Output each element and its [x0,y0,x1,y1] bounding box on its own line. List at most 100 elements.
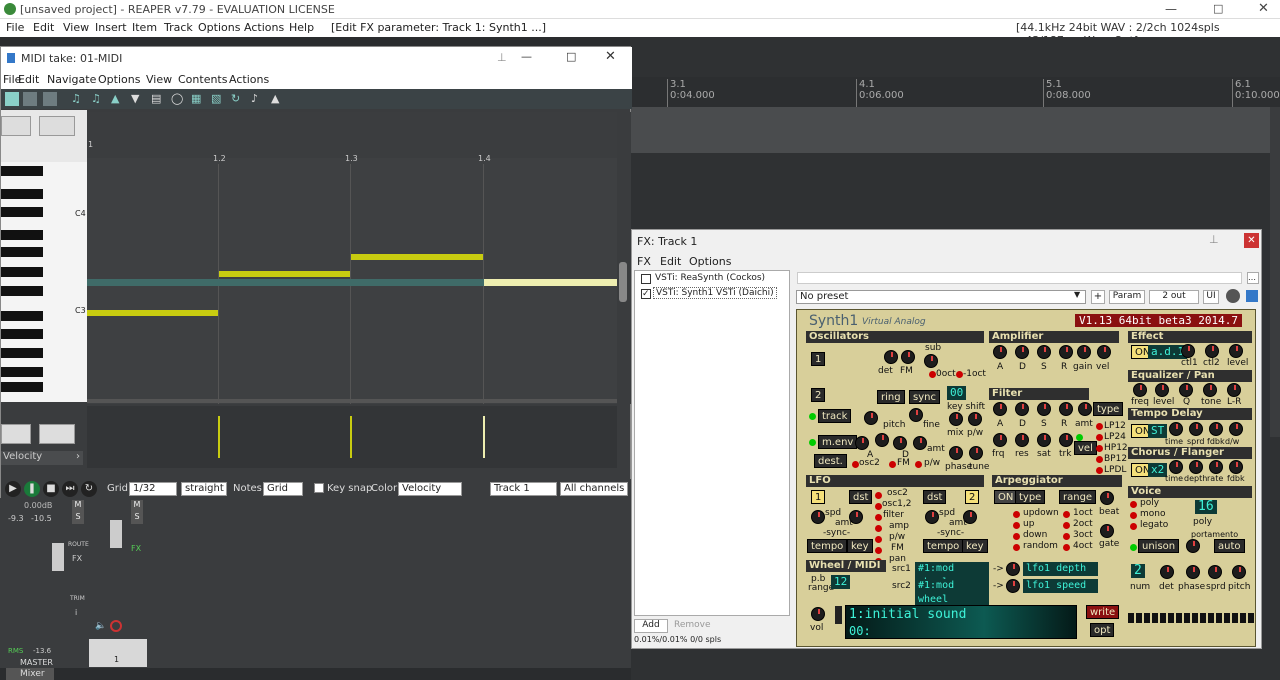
filter-frq-knob[interactable] [993,433,1007,447]
delay-tone-knob[interactable] [1229,422,1243,436]
osc2-fine-knob[interactable] [909,408,923,422]
black-key[interactable] [1,166,43,176]
mono-led[interactable] [1130,512,1137,519]
midi-menu-edit[interactable]: Edit [18,73,39,86]
menv-button[interactable]: m.env [818,435,858,449]
black-key[interactable] [1,286,43,296]
master-solo-button[interactable]: S [72,512,84,524]
arp-1oct-led[interactable] [1063,511,1070,518]
arp-gate-knob[interactable] [1100,524,1114,538]
arp-beat-knob[interactable] [1100,491,1114,505]
midi-ruler[interactable] [87,112,617,158]
midi-note-selected[interactable] [484,279,617,286]
pin-icon[interactable]: ⊥ [1209,233,1219,246]
lpdl-led[interactable] [1096,467,1103,474]
eq-tone-knob[interactable] [1203,383,1217,397]
fx-chain-item[interactable]: VSTi: ReaSynth (Cockos) [655,273,765,283]
octm1-led[interactable] [956,371,963,378]
legato-led[interactable] [1130,523,1137,530]
zoom-icon[interactable]: ◯ [171,92,183,105]
wet-knob[interactable] [1226,289,1240,303]
color-select[interactable]: Velocity [398,482,462,496]
zoom-button[interactable] [39,116,75,136]
lane-button[interactable] [1,424,31,444]
menu-help[interactable]: Help [289,21,314,34]
arp-down-led[interactable] [1013,533,1020,540]
edit-icon[interactable]: ▧ [211,92,221,105]
patch-display[interactable]: 1:initial sound 00: [845,605,1077,639]
black-key[interactable] [1,189,43,199]
arp-up-led[interactable] [1013,522,1020,529]
osc2-pitch-knob[interactable] [864,411,878,425]
track-solo-button[interactable]: S [131,512,143,524]
fx-chain-item-selected[interactable]: VSTi: Synth1 VSTi (Daichi) [653,287,777,299]
osc1-det-knob[interactable] [884,350,898,364]
menu-view[interactable]: View [63,21,89,34]
lp12-led[interactable] [1096,423,1103,430]
mini-keyboard[interactable] [1128,613,1254,623]
key-shift-display[interactable]: 00 [947,386,967,400]
filter-vel-button[interactable]: vel [1074,441,1097,455]
keysnap-checkbox[interactable] [314,483,324,493]
skip-end-icon[interactable]: ⏭ [62,481,78,497]
amp-a-knob[interactable] [993,345,1007,359]
filter-sat-knob[interactable] [1037,433,1051,447]
record-arm-icon[interactable] [110,620,122,632]
arp-3oct-led[interactable] [1063,533,1070,540]
velocity-lane[interactable] [87,406,617,468]
menu-item[interactable]: Item [132,21,157,34]
tune-knob[interactable] [969,446,983,460]
piano-roll-icon[interactable] [5,92,19,106]
menu-insert[interactable]: Insert [95,21,127,34]
fx-menu-options[interactable]: Options [689,255,731,268]
lfo1-dst-button[interactable]: dst [849,490,873,504]
more-button[interactable]: … [1247,272,1259,284]
master-mute-button[interactable]: M [72,500,84,512]
volume-knob[interactable] [811,607,825,621]
opt-button[interactable]: opt [1090,623,1115,637]
eq-q-knob[interactable] [1179,383,1193,397]
menv-led[interactable] [809,439,816,446]
chorus-rate-knob[interactable] [1209,460,1223,474]
phase-knob[interactable] [949,446,963,460]
maximize-button[interactable]: □ [566,50,576,63]
src2-amt-knob[interactable] [1006,579,1020,593]
sync-button[interactable]: sync [909,390,940,404]
add-preset-button[interactable]: + [1091,290,1105,304]
note-grid[interactable]: 1 1.2 1.3 1.4 [87,112,617,404]
play-icon[interactable]: ▶ [5,481,21,497]
mix-knob[interactable] [949,412,963,426]
lfo-target-led[interactable] [875,536,882,543]
bypass-checkbox[interactable] [1246,290,1258,302]
loop-icon[interactable]: ↻ [81,481,97,497]
effect-level-knob[interactable] [1229,344,1243,358]
lfo2-tempo-button[interactable]: tempo [923,539,964,553]
grid-select[interactable]: 1/32 [129,482,177,496]
black-key[interactable] [1,382,43,392]
unison-sprd-knob[interactable] [1208,565,1222,579]
speaker-icon[interactable]: 🔈 [95,621,106,631]
chorus-depth-knob[interactable] [1189,460,1203,474]
close-button[interactable]: ✕ [605,49,616,64]
master-fx-button[interactable]: FX [72,554,82,563]
arp-4oct-led[interactable] [1063,544,1070,551]
filter-icon[interactable]: ▼ [131,92,139,105]
menu-options[interactable]: Options [198,21,240,34]
vertical-scrollbar[interactable] [1270,107,1280,437]
close-button[interactable]: ✕ [1258,1,1269,16]
lfo2-spd-knob[interactable] [925,510,939,524]
poly-led[interactable] [1130,501,1137,508]
arp-range-button[interactable]: range [1059,490,1097,504]
dst1-display[interactable]: lfo1 depth [1023,562,1098,576]
arp-2oct-led[interactable] [1063,522,1070,529]
fx-enable-checkbox[interactable]: ✓ [641,289,651,299]
voices-display[interactable]: 16 [1195,500,1217,514]
delay-type-display[interactable]: ST [1148,424,1168,438]
amp-vel-knob[interactable] [1097,345,1111,359]
track-led[interactable] [809,413,816,420]
velocity-bar[interactable] [350,416,352,458]
delay-time-knob[interactable] [1169,422,1183,436]
lane-divider[interactable] [87,399,617,403]
midi-vscroll[interactable] [617,112,631,404]
ring-button[interactable]: ring [877,390,905,404]
